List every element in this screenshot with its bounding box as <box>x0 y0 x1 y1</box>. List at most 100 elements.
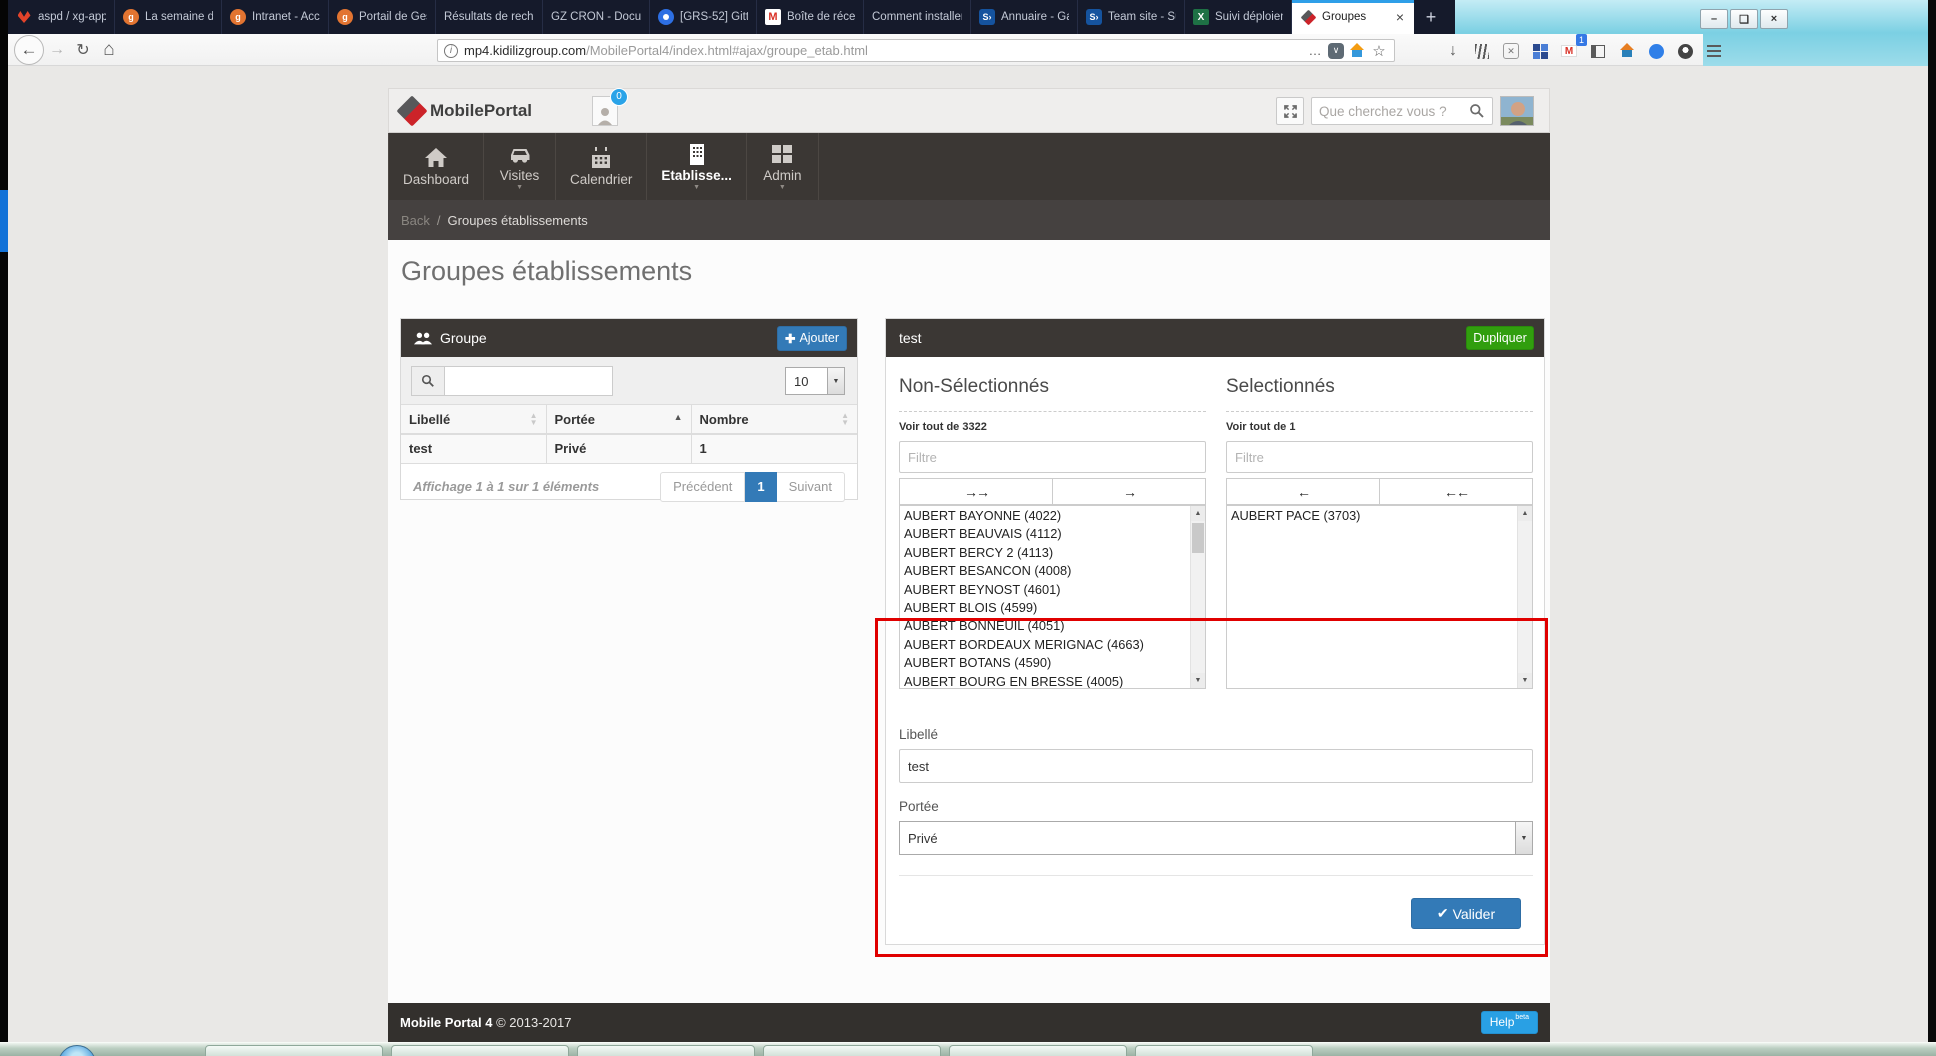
taskbar-app-button[interactable] <box>577 1045 755 1056</box>
list-item[interactable]: AUBERT BAYONNE (4022) <box>900 507 1190 525</box>
browser-tab[interactable]: Annuaire - Garsys × <box>971 0 1078 34</box>
browser-tab[interactable]: Boîte de réception × <box>757 0 864 34</box>
nav-item-visites[interactable]: Visites ▼ <box>484 133 556 200</box>
unselected-listbox[interactable]: AUBERT BAYONNE (4022)AUBERT BEAUVAIS (41… <box>899 505 1206 689</box>
unselected-filter-input[interactable] <box>899 441 1206 473</box>
column-header-portee[interactable]: ▲ Portée <box>546 405 691 434</box>
portal-search[interactable] <box>1311 97 1493 125</box>
table-row[interactable]: test Privé 1 <box>401 434 857 463</box>
move-right-button[interactable]: → <box>1053 478 1206 505</box>
extension-globe-icon[interactable] <box>1672 38 1698 64</box>
back-button[interactable]: ← <box>14 35 44 65</box>
window-restore-button[interactable]: ❏ <box>1730 9 1758 29</box>
list-item[interactable]: AUBERT BESANCON (4008) <box>900 562 1190 580</box>
extension-grid-icon[interactable] <box>1527 38 1553 64</box>
gmail-notifier-icon[interactable]: M 1 <box>1556 38 1582 64</box>
home-button[interactable]: ⌂ <box>96 37 122 63</box>
browser-tab[interactable]: Team site - Suivie × <box>1078 0 1185 34</box>
browser-tab[interactable]: aspd / xg-app-bo × <box>8 0 115 34</box>
browser-tab[interactable]: La semaine de l'in × <box>115 0 222 34</box>
fullscreen-expand-button[interactable] <box>1276 97 1304 125</box>
move-all-right-button[interactable]: →→ <box>899 478 1053 505</box>
page-size-select[interactable]: 10 ▼ <box>785 367 845 395</box>
column-header-nombre[interactable]: ▲▼ Nombre <box>691 405 857 434</box>
download-icon[interactable]: ↓ <box>1440 38 1466 64</box>
window-close-button[interactable]: × <box>1760 9 1788 29</box>
sidebar-icon[interactable] <box>1585 38 1611 64</box>
add-group-button[interactable]: ✚ Ajouter <box>777 326 847 351</box>
scroll-up-icon[interactable]: ▲ <box>1518 506 1532 521</box>
extension-x-icon[interactable]: ✕ <box>1498 38 1524 64</box>
user-avatar[interactable] <box>1500 96 1534 126</box>
browser-tab[interactable]: Intranet - Accueil × <box>222 0 329 34</box>
group-search-input[interactable] <box>445 366 613 396</box>
nav-item-admin[interactable]: Admin ▼ <box>747 133 819 200</box>
extension-blue-icon[interactable] <box>1643 38 1669 64</box>
taskbar-app-button[interactable] <box>391 1045 569 1056</box>
browser-tab[interactable]: Résultats de recherch × <box>436 0 543 34</box>
page-actions-icon[interactable]: … <box>1306 38 1324 64</box>
list-item[interactable]: AUBERT BONNEUIL (4051) <box>900 617 1190 635</box>
forward-button[interactable]: → <box>44 37 70 63</box>
unselected-count[interactable]: Voir tout de 3322 <box>899 421 1206 433</box>
duplicate-button[interactable]: Dupliquer <box>1466 326 1534 350</box>
list-item[interactable]: AUBERT BLOIS (4599) <box>900 599 1190 617</box>
nav-item-etablissements[interactable]: Etablisse... ▼ <box>647 133 747 200</box>
scrollbar-thumb[interactable] <box>1192 523 1204 553</box>
move-left-button[interactable]: ← <box>1226 478 1380 505</box>
extension-house2-icon[interactable] <box>1614 38 1640 64</box>
taskbar-app-button[interactable] <box>205 1045 383 1056</box>
pagination-prev[interactable]: Précédent <box>660 472 745 502</box>
breadcrumb-back-link[interactable]: Back <box>401 213 430 228</box>
portal-search-input[interactable] <box>1319 104 1464 119</box>
help-button[interactable]: Helpbeta <box>1481 1011 1538 1034</box>
nav-item-dashboard[interactable]: Dashboard <box>388 133 484 200</box>
browser-tab[interactable]: [GRS-52] Gittage × <box>650 0 757 34</box>
taskbar-app-button[interactable] <box>763 1045 941 1056</box>
move-all-left-button[interactable]: ←← <box>1380 478 1533 505</box>
list-item[interactable]: AUBERT BERCY 2 (4113) <box>900 544 1190 562</box>
selected-count[interactable]: Voir tout de 1 <box>1226 421 1533 433</box>
taskbar-app-button[interactable] <box>1135 1045 1313 1056</box>
url-bar[interactable]: i mp4.kidilizgroup.com/MobilePortal4/ind… <box>437 39 1395 62</box>
new-tab-button[interactable]: + <box>1414 0 1448 34</box>
browser-tab[interactable]: Groupes × <box>1292 0 1414 34</box>
list-item[interactable]: AUBERT BORDEAUX MERIGNAC (4663) <box>900 636 1190 654</box>
notifications-button[interactable]: 0 <box>592 96 618 126</box>
library-icon[interactable] <box>1469 38 1495 64</box>
reload-button[interactable]: ↻ <box>70 37 96 63</box>
tab-close-icon[interactable]: × <box>1394 9 1406 25</box>
taskbar-app-button[interactable] <box>949 1045 1127 1056</box>
url-text[interactable]: mp4.kidilizgroup.com/MobilePortal4/index… <box>464 43 1300 58</box>
valider-button[interactable]: ✔ Valider <box>1411 898 1521 929</box>
list-item[interactable]: AUBERT BOURG EN BRESSE (4005) <box>900 673 1190 689</box>
list-item[interactable]: AUBERT BEYNOST (4601) <box>900 581 1190 599</box>
listbox-scrollbar[interactable]: ▲ ▼ <box>1190 506 1205 688</box>
extension-house-icon[interactable] <box>1348 38 1366 64</box>
menu-icon[interactable] <box>1701 38 1727 64</box>
browser-tab[interactable]: Suivi déploiement × <box>1185 0 1292 34</box>
site-info-icon[interactable]: i <box>444 44 458 58</box>
selected-filter-input[interactable] <box>1226 441 1533 473</box>
scroll-down-icon[interactable]: ▼ <box>1518 673 1532 688</box>
libelle-input[interactable] <box>899 749 1533 783</box>
bookmark-star-icon[interactable]: ☆ <box>1370 38 1388 64</box>
scroll-down-icon[interactable]: ▼ <box>1191 673 1205 688</box>
listbox-scrollbar[interactable]: ▲ ▼ <box>1517 506 1532 688</box>
selected-listbox[interactable]: AUBERT PACE (3703) ▲ ▼ <box>1226 505 1533 689</box>
scroll-up-icon[interactable]: ▲ <box>1191 506 1205 521</box>
browser-tab[interactable]: Portail de Gestion × <box>329 0 436 34</box>
browser-tab[interactable]: GZ CRON - Documen × <box>543 0 650 34</box>
column-header-libelle[interactable]: ▲▼ Libellé <box>401 405 546 434</box>
list-item[interactable]: AUBERT BOTANS (4590) <box>900 654 1190 672</box>
nav-item-calendrier[interactable]: Calendrier <box>556 133 647 200</box>
pocket-icon[interactable]: ∨ <box>1328 43 1344 59</box>
list-item[interactable]: AUBERT PACE (3703) <box>1227 507 1517 525</box>
portee-select[interactable]: Privé ▼ <box>899 821 1533 855</box>
portal-logo[interactable]: MobilePortal <box>401 100 532 122</box>
window-minimize-button[interactable]: – <box>1700 9 1728 29</box>
pagination-page-1[interactable]: 1 <box>745 472 776 502</box>
list-item[interactable]: AUBERT BEAUVAIS (4112) <box>900 525 1190 543</box>
start-button[interactable] <box>58 1045 96 1056</box>
pagination-next[interactable]: Suivant <box>777 472 845 502</box>
